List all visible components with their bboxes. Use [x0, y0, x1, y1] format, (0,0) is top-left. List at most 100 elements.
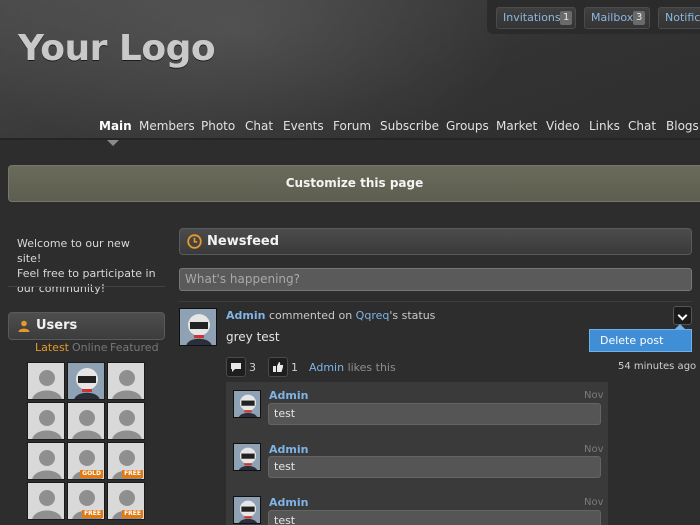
nav-item-links[interactable]: Links	[589, 119, 620, 133]
users-thumbnail-grid: GOLD FREE FREE FREE	[27, 362, 147, 525]
free-membership-badge: FREE	[82, 510, 103, 518]
helmet-avatar-icon	[234, 444, 260, 470]
thumbs-up-icon	[273, 362, 283, 372]
site-logo[interactable]: Your Logo	[18, 28, 216, 69]
user-thumbnail[interactable]	[107, 402, 145, 440]
comment-author-link[interactable]: Admin	[269, 496, 308, 509]
comment-date: Nov	[584, 390, 604, 401]
default-avatar-icon	[112, 410, 142, 439]
user-thumbnail[interactable]	[27, 482, 65, 520]
mailbox-count-badge: 3	[633, 11, 646, 25]
free-membership-badge: FREE	[122, 510, 143, 518]
nav-item-chat[interactable]: Chat	[245, 119, 273, 133]
welcome-line: Welcome to our new site!	[17, 237, 130, 265]
active-nav-caret-icon	[107, 140, 119, 146]
helmet-avatar-icon	[234, 497, 260, 523]
post-activity-line: Admin commented on Qqreq's status	[226, 309, 435, 322]
user-thumbnail[interactable]	[67, 402, 105, 440]
users-block-header: Users	[8, 312, 165, 340]
post-timestamp: 54 minutes ago	[618, 361, 697, 372]
user-thumbnail[interactable]	[27, 402, 65, 440]
delete-post-menu-item[interactable]: Delete post	[589, 324, 692, 352]
user-thumbnail[interactable]	[27, 362, 65, 400]
user-thumbnail[interactable]	[107, 362, 145, 400]
mailbox-button[interactable]: Mailbox 3	[584, 7, 650, 29]
user-thumbnail-photo[interactable]	[67, 362, 105, 400]
like-count: 1	[291, 361, 298, 374]
main-nav: Main Members Photo Chat Events Forum Sub…	[0, 119, 700, 137]
like-button[interactable]	[268, 357, 288, 377]
post-options-chevron-icon[interactable]	[673, 306, 692, 325]
nav-item-main[interactable]: Main	[99, 119, 132, 133]
user-thumbnail[interactable]: GOLD	[67, 442, 105, 480]
default-avatar-icon	[32, 490, 62, 519]
comment-author-avatar[interactable]	[233, 443, 261, 471]
post-author-link[interactable]: Admin	[226, 309, 265, 322]
nav-item-blogs[interactable]: Blogs	[666, 119, 699, 133]
tab-online[interactable]: Online	[72, 341, 107, 354]
user-icon	[18, 320, 30, 332]
helmet-avatar-icon	[234, 391, 260, 417]
invitations-button[interactable]: Invitations 1	[496, 7, 576, 29]
comment-date: Nov	[584, 444, 604, 455]
notifications-label: Notifica	[665, 11, 700, 24]
clock-icon	[187, 234, 202, 249]
helmet-avatar-icon	[180, 309, 216, 345]
speech-bubble-icon	[231, 363, 241, 372]
post-target-user-link[interactable]: Qqreq	[356, 309, 390, 322]
comment-text: test	[268, 403, 601, 425]
notifications-button[interactable]: Notifica	[658, 7, 700, 29]
liker-link[interactable]: Admin	[309, 361, 344, 374]
user-thumbnail[interactable]	[27, 442, 65, 480]
comment-text: test	[268, 456, 601, 478]
status-update-input[interactable]: What's happening?	[179, 268, 692, 291]
free-membership-badge: FREE	[122, 470, 143, 478]
invitations-label: Invitations	[503, 11, 561, 24]
nav-item-members[interactable]: Members	[139, 119, 195, 133]
comment-text: test	[268, 510, 601, 525]
post-action-text: commented on	[268, 309, 353, 322]
user-thumbnail[interactable]: FREE	[107, 442, 145, 480]
comment-author-avatar[interactable]	[233, 390, 261, 418]
tab-featured[interactable]: Featured	[110, 341, 159, 354]
post-divider	[179, 301, 692, 302]
customize-page-button[interactable]: Customize this page	[8, 165, 700, 202]
comment-count: 3	[249, 361, 256, 374]
helmet-avatar-icon	[68, 363, 104, 399]
post-author-avatar[interactable]	[179, 308, 217, 346]
comment-author-link[interactable]: Admin	[269, 389, 308, 402]
comment-date: Nov	[584, 497, 604, 508]
user-thumbnail[interactable]: FREE	[67, 482, 105, 520]
default-avatar-icon	[72, 410, 102, 439]
default-avatar-icon	[32, 450, 62, 479]
comment-author-avatar[interactable]	[233, 496, 261, 524]
nav-item-subscribe[interactable]: Subscribe	[380, 119, 439, 133]
invitations-count-badge: 1	[560, 11, 573, 25]
nav-item-photo[interactable]: Photo	[201, 119, 235, 133]
nav-item-forum[interactable]: Forum	[333, 119, 371, 133]
welcome-message: Welcome to our new site! Feel free to pa…	[17, 236, 157, 296]
welcome-line: Feel free to participate in	[17, 267, 156, 280]
newsfeed-header: Newsfeed	[179, 228, 692, 255]
likes-text: likes this	[347, 361, 396, 374]
comment-author-link[interactable]: Admin	[269, 443, 308, 456]
comment-button[interactable]	[226, 357, 246, 377]
nav-item-groups[interactable]: Groups	[446, 119, 489, 133]
newsfeed-title: Newsfeed	[207, 234, 280, 249]
post-text: grey test	[226, 330, 280, 344]
default-avatar-icon	[32, 410, 62, 439]
nav-item-market[interactable]: Market	[496, 119, 537, 133]
post-target-suffix: 's status	[389, 309, 436, 322]
nav-item-events[interactable]: Events	[283, 119, 324, 133]
gold-membership-badge: GOLD	[80, 470, 103, 478]
nav-item-chat-2[interactable]: Chat	[628, 119, 656, 133]
mailbox-label: Mailbox	[591, 11, 634, 24]
welcome-line: our community!	[17, 282, 106, 295]
default-avatar-icon	[112, 370, 142, 399]
tab-latest[interactable]: Latest	[35, 341, 69, 354]
user-thumbnail[interactable]: FREE	[107, 482, 145, 520]
nav-item-video[interactable]: Video	[546, 119, 580, 133]
user-topbar: Invitations 1 Mailbox 3 Notifica	[487, 0, 700, 34]
default-avatar-icon	[32, 370, 62, 399]
sidebar-divider	[8, 286, 165, 287]
